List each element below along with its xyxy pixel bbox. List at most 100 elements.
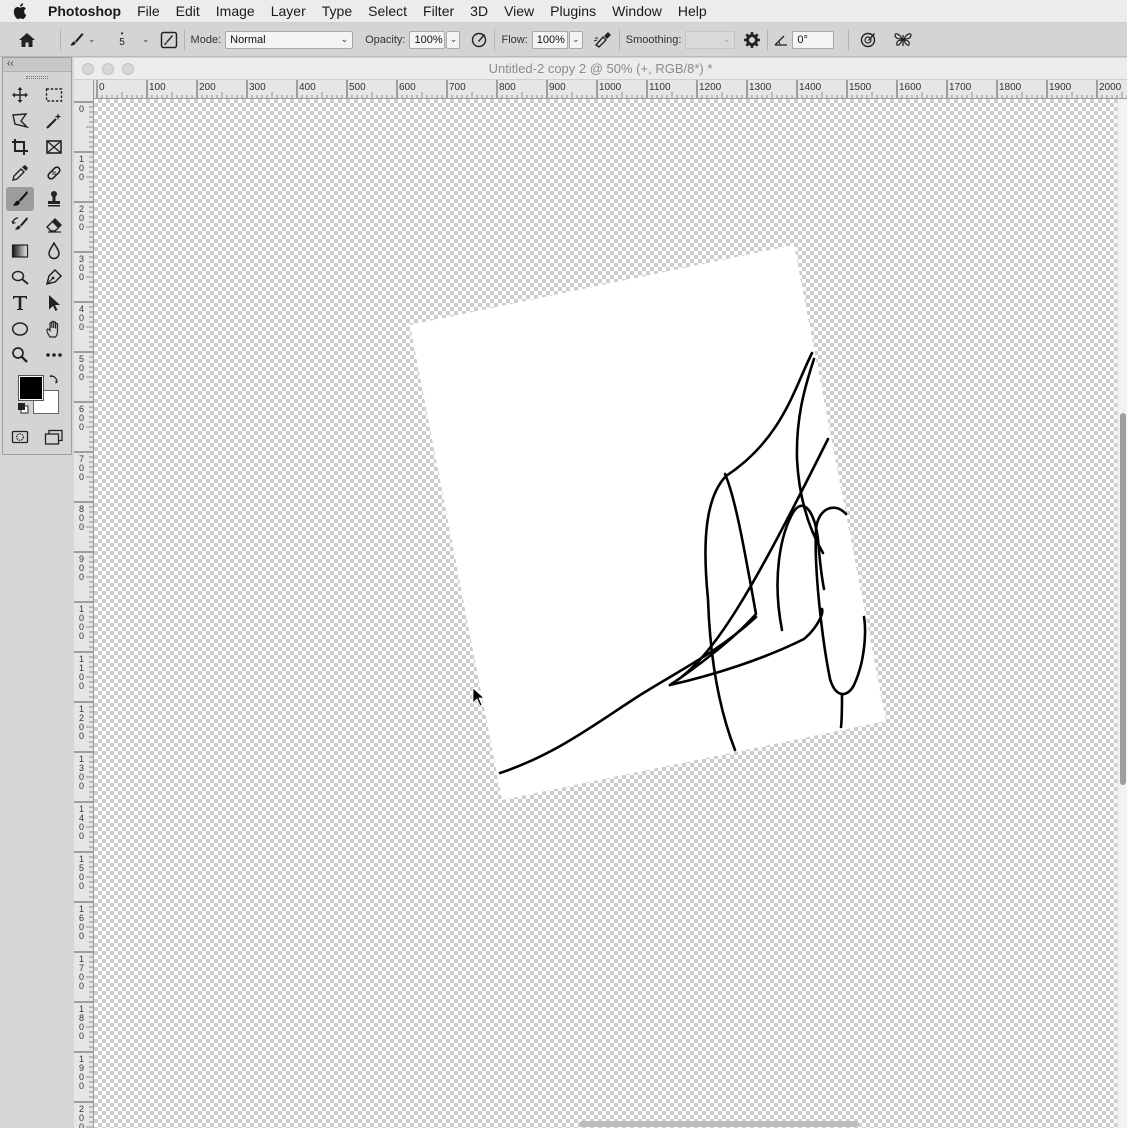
magic-wand-icon bbox=[45, 112, 63, 130]
hand-icon bbox=[45, 320, 63, 338]
menu-file[interactable]: File bbox=[129, 0, 168, 23]
lasso-tool[interactable] bbox=[6, 109, 34, 133]
home-button[interactable] bbox=[0, 23, 54, 57]
chevron-down-icon: ⌄ bbox=[571, 34, 580, 44]
panel-grip[interactable] bbox=[3, 72, 71, 82]
smoothing-label: Smoothing: bbox=[625, 33, 682, 46]
brush-icon bbox=[11, 190, 29, 208]
healing-brush-tool[interactable] bbox=[40, 161, 68, 185]
foreground-color-swatch[interactable] bbox=[18, 375, 44, 401]
magnifier-icon bbox=[11, 346, 29, 364]
smoothing-options-button[interactable] bbox=[743, 23, 761, 57]
menu-window[interactable]: Window bbox=[604, 0, 670, 23]
horizontal-ruler[interactable]: 0 100 200 300 400 500 600 700 800 900 1000 1100 1200… bbox=[94, 80, 1127, 99]
apple-logo-icon[interactable] bbox=[0, 3, 40, 19]
opacity-input[interactable]: 100% bbox=[409, 30, 446, 49]
pressure-opacity-button[interactable] bbox=[470, 23, 488, 57]
swap-colors-icon[interactable] bbox=[49, 372, 61, 384]
vertical-scroll-thumb[interactable] bbox=[1120, 413, 1126, 785]
opacity-dropdown[interactable]: ⌄ bbox=[446, 30, 461, 49]
gradient-tool[interactable] bbox=[6, 239, 34, 263]
window-controls bbox=[82, 63, 134, 75]
menu-edit[interactable]: Edit bbox=[168, 0, 208, 23]
smoothing-input[interactable]: ⌄ bbox=[685, 30, 736, 49]
horizontal-scroll-thumb[interactable] bbox=[579, 1121, 859, 1127]
quick-mask-button[interactable] bbox=[6, 425, 34, 449]
zoom-tool[interactable] bbox=[6, 343, 34, 367]
ruler-tick-label: 0 bbox=[79, 1081, 84, 1091]
vertical-ruler-scale: 0100200300400500600700800900100011001200… bbox=[74, 101, 93, 1128]
bandage-icon bbox=[45, 164, 63, 182]
vertical-ruler[interactable]: 0100200300400500600700800900100011001200… bbox=[74, 80, 94, 1128]
zoom-window-button[interactable] bbox=[122, 63, 134, 75]
crop-tool[interactable] bbox=[6, 135, 34, 159]
eyedropper-tool[interactable] bbox=[6, 161, 34, 185]
document-window: Untitled-2 copy 2 @ 50% (+, RGB/8*) * 0 1… bbox=[74, 58, 1127, 1128]
menu-help[interactable]: Help bbox=[670, 0, 715, 23]
pen-tool[interactable] bbox=[40, 265, 68, 289]
frame-tool[interactable] bbox=[40, 135, 68, 159]
ellipse-tool[interactable] bbox=[6, 317, 34, 341]
menu-type[interactable]: Type bbox=[314, 0, 360, 23]
butterfly-icon bbox=[893, 31, 913, 49]
brush-tool[interactable] bbox=[6, 187, 34, 211]
menu-filter[interactable]: Filter bbox=[415, 0, 462, 23]
collapse-panel-button[interactable]: ‹‹ bbox=[3, 58, 71, 72]
brush-size-picker[interactable]: • 5 bbox=[105, 23, 139, 57]
document-canvas bbox=[410, 245, 886, 800]
dodge-tool[interactable] bbox=[6, 265, 34, 289]
gear-icon bbox=[743, 31, 761, 49]
brush-preset-icon bbox=[67, 31, 85, 49]
brush-angle-value: 0° bbox=[797, 33, 808, 46]
history-brush-icon bbox=[11, 216, 29, 234]
crop-icon bbox=[11, 138, 29, 156]
ruler-tick-label: 0 bbox=[79, 931, 84, 941]
menu-select[interactable]: Select bbox=[360, 0, 415, 23]
blur-tool[interactable] bbox=[40, 239, 68, 263]
magic-wand-tool[interactable] bbox=[40, 109, 68, 133]
default-colors-icon[interactable] bbox=[17, 402, 29, 414]
ruler-tick-label: 400 bbox=[299, 82, 316, 93]
airbrush-button[interactable] bbox=[593, 23, 613, 57]
edit-toolbar-button[interactable] bbox=[40, 343, 68, 367]
flow-dropdown[interactable]: ⌄ bbox=[568, 30, 583, 49]
ellipse-icon bbox=[11, 321, 29, 337]
eraser-icon bbox=[45, 216, 63, 234]
menu-view[interactable]: View bbox=[496, 0, 542, 23]
path-selection-tool[interactable] bbox=[40, 291, 68, 315]
ruler-tick-label: 0 bbox=[79, 322, 84, 332]
menu-plugins[interactable]: Plugins bbox=[542, 0, 604, 23]
symmetry-button[interactable] bbox=[893, 23, 913, 57]
brush-angle-input[interactable]: 0° bbox=[792, 30, 835, 49]
close-window-button[interactable] bbox=[82, 63, 94, 75]
ruler-tick-label: 0 bbox=[79, 781, 84, 791]
app-menu[interactable]: Photoshop bbox=[40, 0, 129, 23]
screen-mode-button[interactable] bbox=[40, 425, 68, 449]
frame-icon bbox=[45, 139, 63, 155]
hand-tool[interactable] bbox=[40, 317, 68, 341]
chevron-down-icon[interactable]: ⌄ bbox=[142, 34, 150, 45]
brush-angle-icon bbox=[774, 34, 788, 46]
flow-input[interactable]: 100% bbox=[531, 30, 568, 49]
separator bbox=[618, 28, 620, 51]
move-icon bbox=[11, 86, 29, 104]
menu-layer[interactable]: Layer bbox=[263, 0, 314, 23]
ruler-tick-label: 1000 bbox=[599, 82, 622, 93]
rectangular-marquee-tool[interactable] bbox=[40, 83, 68, 107]
mode-select[interactable]: Normal ⌄ bbox=[225, 30, 354, 49]
eraser-tool[interactable] bbox=[40, 213, 68, 237]
tool-preset-picker[interactable]: ⌄ bbox=[67, 23, 97, 57]
canvas-area[interactable] bbox=[94, 99, 1117, 1128]
menu-3d[interactable]: 3D bbox=[462, 0, 496, 23]
document-titlebar[interactable]: Untitled-2 copy 2 @ 50% (+, RGB/8*) * bbox=[74, 58, 1127, 80]
history-brush-tool[interactable] bbox=[6, 213, 34, 237]
brush-settings-panel-button[interactable] bbox=[160, 23, 178, 57]
menu-image[interactable]: Image bbox=[208, 0, 263, 23]
minimize-window-button[interactable] bbox=[102, 63, 114, 75]
move-tool[interactable] bbox=[6, 83, 34, 107]
pressure-size-button[interactable] bbox=[859, 23, 879, 57]
vertical-scrollbar[interactable] bbox=[1117, 99, 1127, 1128]
clone-stamp-tool[interactable] bbox=[40, 187, 68, 211]
ruler-tick-label: 1300 bbox=[749, 82, 772, 93]
type-tool[interactable] bbox=[6, 291, 34, 315]
